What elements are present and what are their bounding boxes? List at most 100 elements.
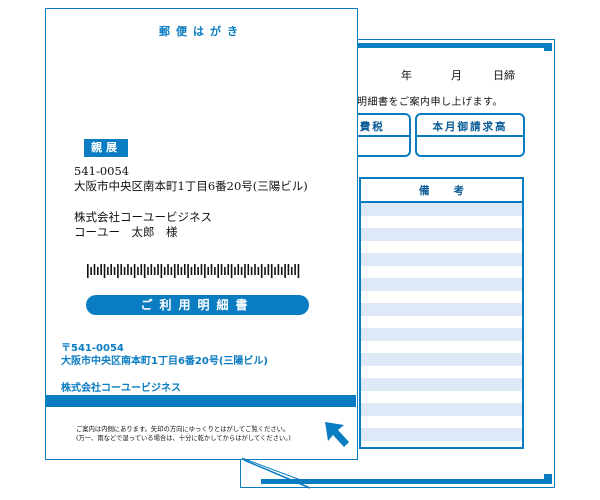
barcode-bar — [227, 264, 230, 275]
barcode-bar — [210, 264, 213, 275]
table-row — [361, 390, 522, 403]
table-row — [361, 278, 522, 291]
postcard-mockup: 年 月 日締 明細書をご案内申し上げます。 消費税 本月御請求高 備 考 郵便は… — [0, 0, 600, 500]
barcode-bar — [133, 264, 136, 278]
barcode-bar — [200, 264, 203, 275]
remarks-label-2: 考 — [453, 184, 465, 197]
barcode-bar — [173, 264, 176, 278]
remarks-rows — [361, 203, 522, 447]
barcode-bar — [110, 264, 113, 275]
sender-color-bar — [46, 395, 356, 407]
barcode-bar — [113, 267, 116, 275]
barcode-bar — [103, 264, 106, 278]
table-row — [361, 328, 522, 341]
table-row — [361, 253, 522, 266]
barcode-bar — [287, 264, 290, 275]
statement-top-corner — [544, 43, 552, 51]
recipient-address: 541-0054 大阪市中央区南本町1丁目6番20号(三陽ビル) — [74, 164, 308, 194]
barcode-bar — [87, 264, 89, 278]
postcard-title: 郵便はがき — [159, 25, 244, 38]
table-row — [361, 378, 522, 391]
barcode-bar — [137, 267, 139, 275]
date-month-label: 月 — [451, 69, 462, 82]
barcode-bar — [123, 267, 126, 275]
table-row — [361, 353, 522, 366]
barcode-bar — [207, 267, 209, 275]
sender-postal-code: 〒541-0054 — [61, 343, 124, 354]
barcode-bar — [190, 267, 193, 275]
date-year-label: 年 — [401, 69, 412, 82]
table-row — [361, 215, 522, 228]
barcode-bar — [194, 264, 196, 275]
barcode-bar — [100, 264, 102, 275]
barcode-bar — [284, 264, 286, 278]
barcode-bar — [167, 264, 169, 275]
sender-address-block: 〒541-0054 大阪市中央区南本町1丁目6番20号(三陽ビル) — [61, 343, 268, 368]
statement-bottom-corner — [544, 474, 552, 484]
sender-street-address: 大阪市中央区南本町1丁目6番20号(三陽ビル) — [61, 355, 268, 367]
barcode-bar — [197, 267, 199, 275]
monthly-total-label: 本月御請求高 — [432, 121, 508, 133]
barcode-bar — [120, 264, 123, 275]
remarks-table: 備 考 — [359, 177, 524, 449]
sender-company: 株式会社コーユービジネス — [61, 383, 181, 394]
barcode-bar — [127, 264, 129, 275]
table-row — [361, 265, 522, 278]
barcode-bar — [260, 264, 263, 278]
barcode-bar — [234, 267, 236, 275]
monthly-total-box: 本月御請求高 — [415, 113, 525, 157]
barcode-bar — [90, 267, 92, 275]
diagonal-arrow-icon[interactable] — [322, 419, 352, 449]
remarks-label-1: 備 — [419, 184, 430, 197]
remarks-header: 備 考 — [361, 179, 522, 203]
barcode-bar — [180, 267, 183, 275]
recipient-street-address: 大阪市中央区南本町1丁目6番20号(三陽ビル) — [74, 179, 308, 193]
table-row — [361, 440, 522, 447]
barcode-bar — [267, 264, 270, 275]
barcode-bar — [183, 264, 186, 275]
barcode-bar — [147, 267, 149, 275]
barcode-bar — [290, 267, 293, 275]
table-row — [361, 203, 522, 216]
barcode-bar — [274, 267, 276, 275]
barcode-bar — [97, 267, 99, 275]
barcode-bar — [140, 264, 143, 275]
barcode-bar — [244, 264, 246, 278]
box-divider — [417, 135, 523, 137]
barcode-bar — [177, 264, 179, 275]
barcode-bar — [230, 264, 233, 278]
barcode-bar — [257, 267, 260, 275]
customer-barcode — [87, 264, 300, 278]
recipient-name-block: 株式会社コーユービジネス コーユー 太郎 様 — [74, 210, 212, 240]
table-row — [361, 228, 522, 241]
barcode-bar — [204, 264, 206, 278]
barcode-bar — [280, 267, 283, 275]
postcard-front: 郵便はがき 親展 541-0054 大阪市中央区南本町1丁目6番20号(三陽ビル… — [45, 8, 358, 460]
barcode-bar — [294, 264, 296, 275]
table-row — [361, 403, 522, 416]
table-row — [361, 303, 522, 316]
barcode-bar — [247, 264, 250, 275]
barcode-bar — [250, 267, 253, 275]
recipient-company: 株式会社コーユービジネス — [74, 210, 212, 224]
barcode-bar — [297, 264, 300, 278]
barcode-bar — [163, 267, 166, 275]
barcode-bar — [170, 267, 173, 275]
confidential-badge: 親展 — [84, 139, 128, 157]
barcode-bar — [160, 264, 163, 278]
barcode-bar — [264, 267, 266, 275]
barcode-bar — [220, 264, 223, 275]
barcode-bar — [277, 264, 280, 275]
barcode-bar — [187, 264, 189, 278]
table-row — [361, 428, 522, 441]
table-row — [361, 340, 522, 353]
recipient-person: コーユー 太郎 様 — [74, 225, 178, 239]
barcode-bar — [130, 267, 133, 275]
barcode-bar — [240, 267, 243, 275]
recipient-postal-code: 541-0054 — [74, 164, 130, 178]
barcode-bar — [237, 264, 240, 275]
table-row — [361, 240, 522, 253]
table-row — [361, 365, 522, 378]
barcode-bar — [107, 267, 109, 275]
barcode-bar — [117, 264, 119, 278]
